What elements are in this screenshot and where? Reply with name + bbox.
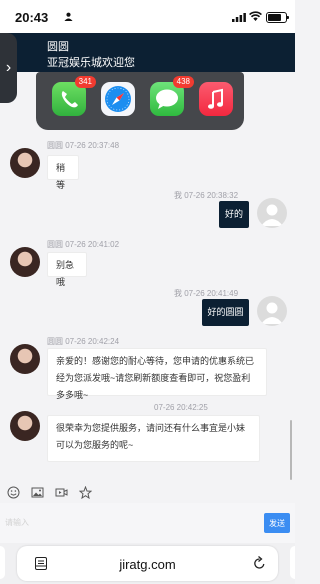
next-tab-edge[interactable] xyxy=(290,546,295,579)
signal-icon xyxy=(232,13,246,22)
agent-avatar xyxy=(10,411,40,441)
app-dock: 341 438 xyxy=(36,72,244,130)
message-bubble: 好的 xyxy=(219,201,249,228)
message-meta: 我 07-26 20:38:32 xyxy=(174,191,239,200)
message-bubble: 别急哦 xyxy=(47,252,87,287)
user-icon xyxy=(261,302,283,324)
message-bubble: 好的圆圆 xyxy=(202,299,249,326)
chat-header: 圆圆 亚冠娱乐城欢迎您 xyxy=(0,33,295,72)
message-bubble: 稍等 xyxy=(47,155,79,190)
scrollbar[interactable] xyxy=(290,420,292,480)
user-avatar xyxy=(257,198,287,228)
url-text: jiratg.com xyxy=(119,557,176,572)
battery-icon xyxy=(266,12,289,23)
compass-icon xyxy=(105,86,131,112)
star-icon[interactable] xyxy=(79,486,92,499)
messages-badge: 438 xyxy=(172,76,194,88)
composer-toolbar xyxy=(0,483,295,503)
image-icon[interactable] xyxy=(31,486,44,499)
agent-avatar xyxy=(10,247,40,277)
message-bubble: 很荣幸为您提供服务，请问还有什么事宜是小妹可以为您服务的呢~ xyxy=(47,415,260,462)
person-icon xyxy=(64,12,73,21)
message-meta: 圆圆 07-26 20:41:02 xyxy=(47,240,120,249)
agent-avatar xyxy=(10,344,40,374)
message-meta: 07-26 20:42:25 xyxy=(154,403,208,412)
send-button[interactable]: 发送 xyxy=(264,513,290,533)
music-note-icon xyxy=(208,88,223,109)
music-app-icon[interactable] xyxy=(199,82,233,116)
address-bar[interactable]: jiratg.com xyxy=(17,546,278,581)
message-input-area[interactable]: 请输入 xyxy=(0,503,295,543)
user-avatar xyxy=(257,296,287,326)
status-time: 20:43 xyxy=(15,10,49,25)
message-meta: 我 07-26 20:41:49 xyxy=(174,289,239,298)
safari-app-icon[interactable] xyxy=(101,82,135,116)
wifi-icon xyxy=(249,11,262,21)
agent-avatar xyxy=(10,148,40,178)
status-bar: 20:43 xyxy=(0,0,295,33)
header-subtitle: 亚冠娱乐城欢迎您 xyxy=(47,57,135,69)
emoji-icon[interactable] xyxy=(7,486,20,499)
message-bubble: 亲爱的！感谢您的耐心等待，您申请的优惠系统已经为您派发哦~请您刷新额度查看即可，… xyxy=(47,348,267,400)
message-meta: 圆圆 07-26 20:37:48 xyxy=(47,141,120,150)
user-icon xyxy=(261,204,283,226)
side-expand-tab[interactable]: › xyxy=(0,33,17,103)
agent-name: 圆圆 xyxy=(47,41,69,53)
previous-tab-edge[interactable] xyxy=(0,546,5,579)
chevron-right-icon: › xyxy=(5,59,12,76)
message-meta: 圆圆 07-26 20:42:24 xyxy=(47,337,120,346)
reload-icon[interactable] xyxy=(253,556,266,570)
message-input-placeholder: 请输入 xyxy=(5,518,29,527)
messages-app-icon[interactable]: 438 xyxy=(150,76,194,116)
browser-bar: jiratg.com xyxy=(0,543,295,584)
phone-badge: 341 xyxy=(74,76,96,88)
phone-app-icon[interactable]: 341 xyxy=(52,76,96,116)
video-icon[interactable] xyxy=(55,486,68,499)
